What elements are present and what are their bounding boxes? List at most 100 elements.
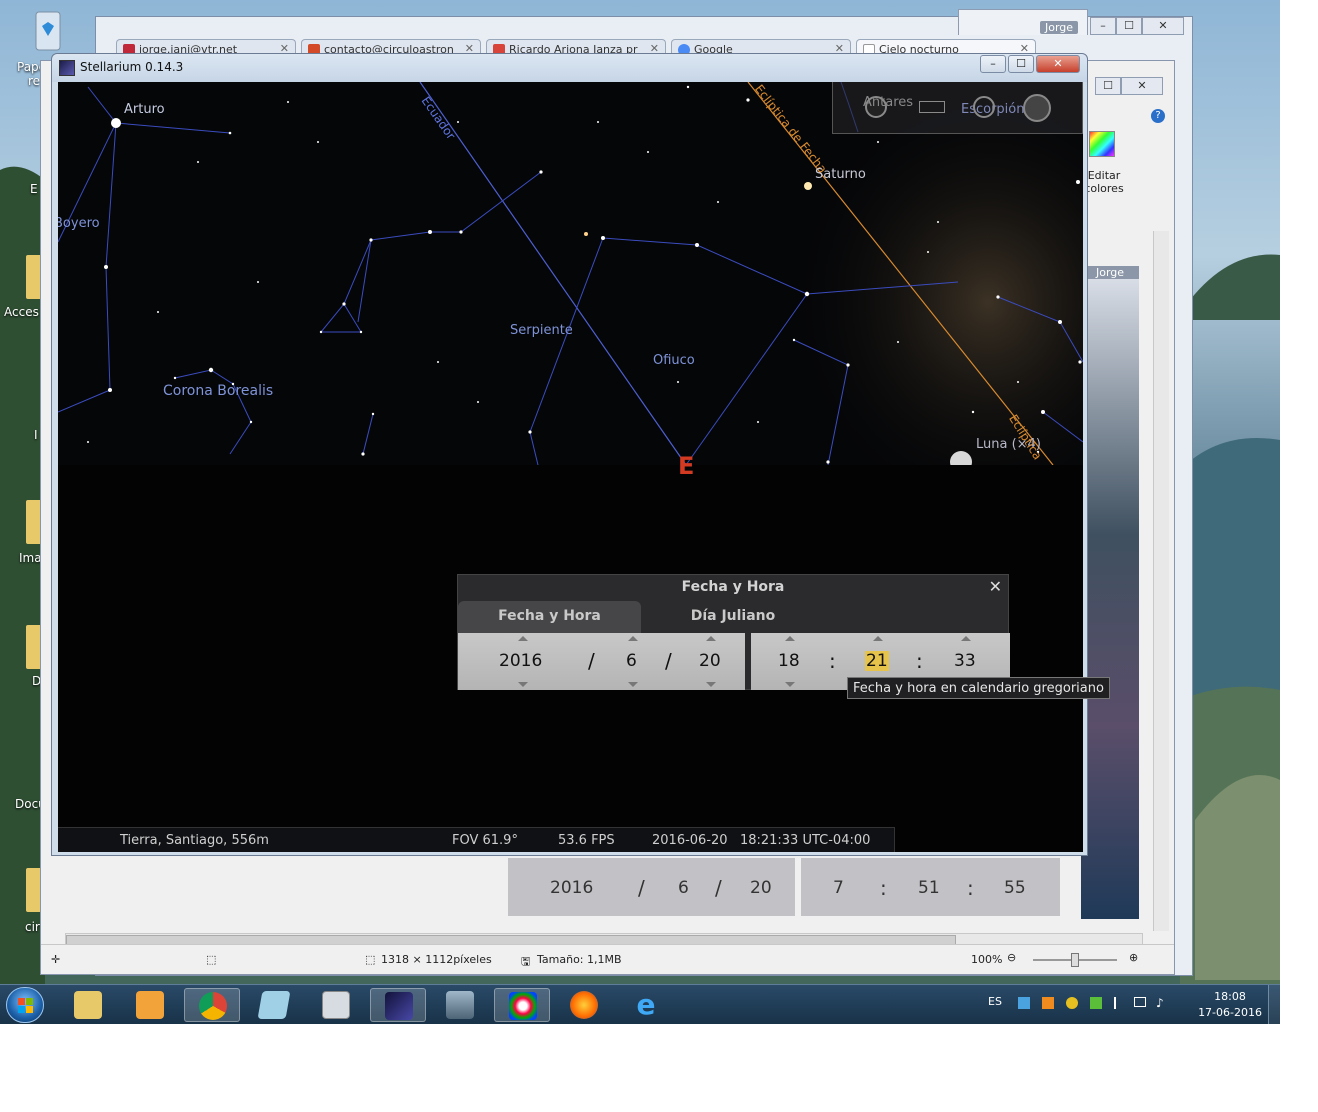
zoom-level: 100% (971, 953, 1003, 966)
status-location: Tierra, Santiago, 556m (120, 833, 269, 848)
close-icon[interactable]: ✕ (989, 577, 1002, 596)
minimize-button[interactable]: – (1090, 17, 1116, 35)
tray-icon[interactable] (1042, 997, 1054, 1009)
hour-input[interactable]: 18 (778, 651, 800, 671)
canvas-preview (1081, 279, 1139, 919)
zoom-out-icon[interactable]: ⊖ (1007, 951, 1016, 964)
zoom-slider[interactable] (1033, 953, 1117, 967)
start-button[interactable] (6, 987, 44, 1023)
sky-view[interactable]: Arturo Boyero Ecuador Eclíptica de Fecha… (58, 82, 1083, 852)
crosshair-icon[interactable] (973, 96, 995, 118)
ghost-month: 6 (678, 878, 689, 898)
edit-colors-icon[interactable] (1089, 131, 1115, 157)
note-icon (257, 991, 291, 1019)
day-up-icon[interactable] (706, 636, 716, 641)
year-up-icon[interactable] (518, 636, 528, 641)
stellarium-app-icon (59, 60, 75, 76)
constellation-label-serpiente[interactable]: Serpiente (510, 323, 573, 338)
calculator-icon (322, 991, 350, 1019)
close-button[interactable]: ✕ (1142, 17, 1184, 35)
show-desktop-button[interactable] (1268, 985, 1280, 1024)
year-down-icon[interactable] (518, 682, 528, 687)
stellarium-icon (385, 992, 413, 1020)
day-down-icon[interactable] (706, 682, 716, 687)
planet-label-saturno[interactable]: Saturno (815, 167, 866, 182)
taskbar-ie[interactable]: e (618, 988, 674, 1022)
tray-icon[interactable] (1066, 997, 1078, 1009)
tab-fecha-hora[interactable]: Fecha y Hora (458, 601, 641, 633)
vertical-scrollbar[interactable] (1153, 231, 1169, 931)
month-input[interactable]: 6 (626, 651, 637, 671)
network-icon[interactable] (1134, 997, 1146, 1007)
window-titlebar[interactable]: Stellarium 0.14.3 – ☐ ✕ (52, 54, 1087, 82)
browser-user[interactable]: Jorge (1040, 21, 1079, 34)
tab-dia-juliano[interactable]: Día Juliano (648, 601, 818, 633)
second-up-icon[interactable] (961, 636, 971, 641)
tooltip: Fecha y hora en calendario gregoriano (847, 677, 1110, 699)
time-separator: : (916, 649, 923, 673)
constellation-label-corona[interactable]: Corona Borealis (163, 383, 273, 399)
ghost-year: 2016 (550, 878, 594, 898)
taskbar-app[interactable] (246, 988, 302, 1022)
star-label-arturo[interactable]: Arturo (124, 102, 165, 117)
date-separator: / (665, 649, 672, 673)
year-input[interactable]: 2016 (499, 651, 542, 671)
desktop-label: I (34, 428, 38, 442)
maximize-button[interactable]: ☐ (1116, 17, 1142, 35)
ghost-day: 20 (750, 878, 772, 898)
minute-up-icon[interactable] (873, 636, 883, 641)
taskbar-stellarium[interactable] (370, 988, 426, 1022)
stellarium-window[interactable]: Stellarium 0.14.3 – ☐ ✕ Arturo Boyero Ec… (51, 53, 1088, 856)
scanner-icon (446, 991, 474, 1019)
taskbar-app[interactable] (432, 988, 488, 1022)
star-label-antares[interactable]: Antares (863, 95, 913, 110)
month-up-icon[interactable] (628, 636, 638, 641)
volume-icon[interactable]: ♪ (1156, 997, 1164, 1009)
date-spinner-panel: 2016 / 6 / 20 (458, 633, 745, 690)
taskbar-calculator[interactable] (308, 988, 364, 1022)
taskbar-media[interactable] (122, 988, 178, 1022)
hour-down-icon[interactable] (785, 682, 795, 687)
second-input[interactable]: 33 (954, 651, 976, 671)
taskbar-firefox[interactable] (556, 988, 612, 1022)
close-button[interactable]: ✕ (1036, 55, 1080, 73)
status-datetime: 2016-06-20 18:21:33 UTC-04:00 (652, 833, 871, 848)
taskbar-paint[interactable] (494, 988, 550, 1022)
ghost-sep: : (967, 876, 974, 900)
date-time-dialog[interactable]: Fecha y Hora ✕ Fecha y Hora Día Juliano … (457, 574, 1010, 690)
media-player-icon (136, 991, 164, 1019)
ie-icon: e (636, 988, 656, 1021)
clock[interactable]: 18:08 17-06-2016 (1198, 989, 1262, 1021)
language-indicator[interactable]: ES (988, 995, 1002, 1008)
day-input[interactable]: 20 (699, 651, 721, 671)
recycle-bin-icon[interactable] (28, 8, 72, 58)
help-icon[interactable]: ? (1151, 109, 1165, 123)
taskbar-chrome[interactable] (184, 988, 240, 1022)
minute-input[interactable]: 21 (865, 651, 889, 671)
date-separator: / (588, 649, 595, 673)
image-size-icon: ⬚ (365, 953, 376, 966)
status-fov: FOV 61.9° (452, 833, 518, 848)
minimize-button[interactable]: – (980, 55, 1006, 73)
clock-date: 17-06-2016 (1198, 1006, 1262, 1019)
file-size-label: Tamaño: 1,1MB (537, 953, 622, 966)
taskbar-explorer[interactable] (60, 988, 116, 1022)
constellation-label-boyero[interactable]: Boyero (58, 216, 100, 231)
ghost-sep: / (638, 876, 645, 900)
disk-icon: 🖫 (521, 955, 531, 968)
month-down-icon[interactable] (628, 682, 638, 687)
dialog-title[interactable]: Fecha y Hora (458, 575, 1008, 601)
constellation-label-ofiuco[interactable]: Ofiuco (653, 353, 695, 368)
flag-icon[interactable] (1114, 997, 1124, 1009)
tray-icon[interactable] (1090, 997, 1102, 1009)
maximize-button[interactable]: ☐ (1095, 77, 1121, 95)
ocular-icon[interactable] (919, 101, 945, 113)
hour-up-icon[interactable] (785, 636, 795, 641)
telescope-icon[interactable] (1023, 94, 1051, 122)
tray-icon[interactable] (1018, 997, 1030, 1009)
time-separator: : (829, 649, 836, 673)
maximize-button[interactable]: ☐ (1008, 55, 1034, 73)
close-button[interactable]: ✕ (1121, 77, 1163, 95)
cardinal-east: E (678, 452, 695, 480)
zoom-in-icon[interactable]: ⊕ (1129, 951, 1138, 964)
